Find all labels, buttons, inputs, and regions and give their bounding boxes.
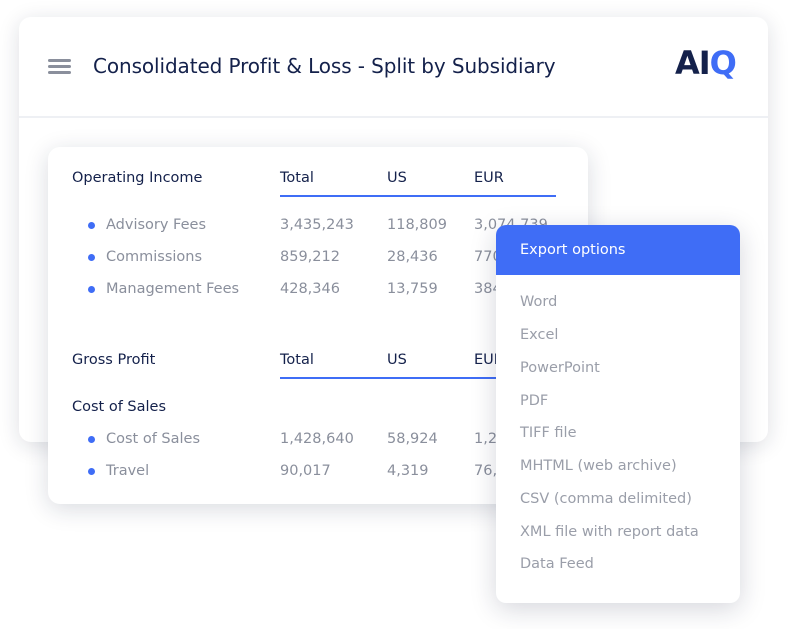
export-item-mhtml[interactable]: MHTML (web archive) [520,458,677,474]
export-item-data-feed[interactable]: Data Feed [520,556,594,572]
cell-us: 28,436 [387,249,438,265]
export-item-pdf[interactable]: PDF [520,393,548,409]
subsection-label-cost-of-sales: Cost of Sales [72,399,167,415]
bullet-icon [88,254,95,261]
bullet-icon [88,468,95,475]
row-label: Advisory Fees [106,217,206,233]
cell-us: 4,319 [387,463,429,479]
column-header-us: US [387,352,407,368]
export-item-word[interactable]: Word [520,294,557,310]
hamburger-menu-icon[interactable] [48,58,71,75]
section-label-gross-profit: Gross Profit [72,352,156,368]
export-options-header[interactable]: Export options [496,225,740,275]
column-header-underline [280,195,556,197]
export-item-powerpoint[interactable]: PowerPoint [520,360,600,376]
row-label: Management Fees [106,281,240,297]
cell-total: 859,212 [280,249,340,265]
export-options-menu: Export options Word Excel PowerPoint PDF… [496,225,740,603]
cell-eur: 76, [474,463,498,479]
cell-us: 118,809 [387,217,447,233]
export-item-tiff[interactable]: TIFF file [520,425,577,441]
section-label-operating-income: Operating Income [72,170,203,186]
cell-total: 3,435,243 [280,217,354,233]
column-header-total: Total [280,352,314,368]
export-item-xml[interactable]: XML file with report data [520,524,699,540]
export-item-csv[interactable]: CSV (comma delimited) [520,491,692,507]
export-item-excel[interactable]: Excel [520,327,558,343]
page-title: Consolidated Profit & Loss - Split by Su… [93,54,556,78]
column-header-us: US [387,170,407,186]
row-label: Cost of Sales [106,431,201,447]
header-divider [19,116,768,118]
aiq-logo: AIQ [675,44,737,82]
cell-total: 428,346 [280,281,340,297]
bullet-icon [88,436,95,443]
cell-us: 13,759 [387,281,438,297]
bullet-icon [88,222,95,229]
cell-total: 1,428,640 [280,431,354,447]
column-header-eur: EUR [474,170,504,186]
row-label: Travel [106,463,150,479]
bullet-icon [88,286,95,293]
cell-total: 90,017 [280,463,331,479]
cell-us: 58,924 [387,431,438,447]
row-label: Commissions [106,249,203,265]
column-header-total: Total [280,170,314,186]
